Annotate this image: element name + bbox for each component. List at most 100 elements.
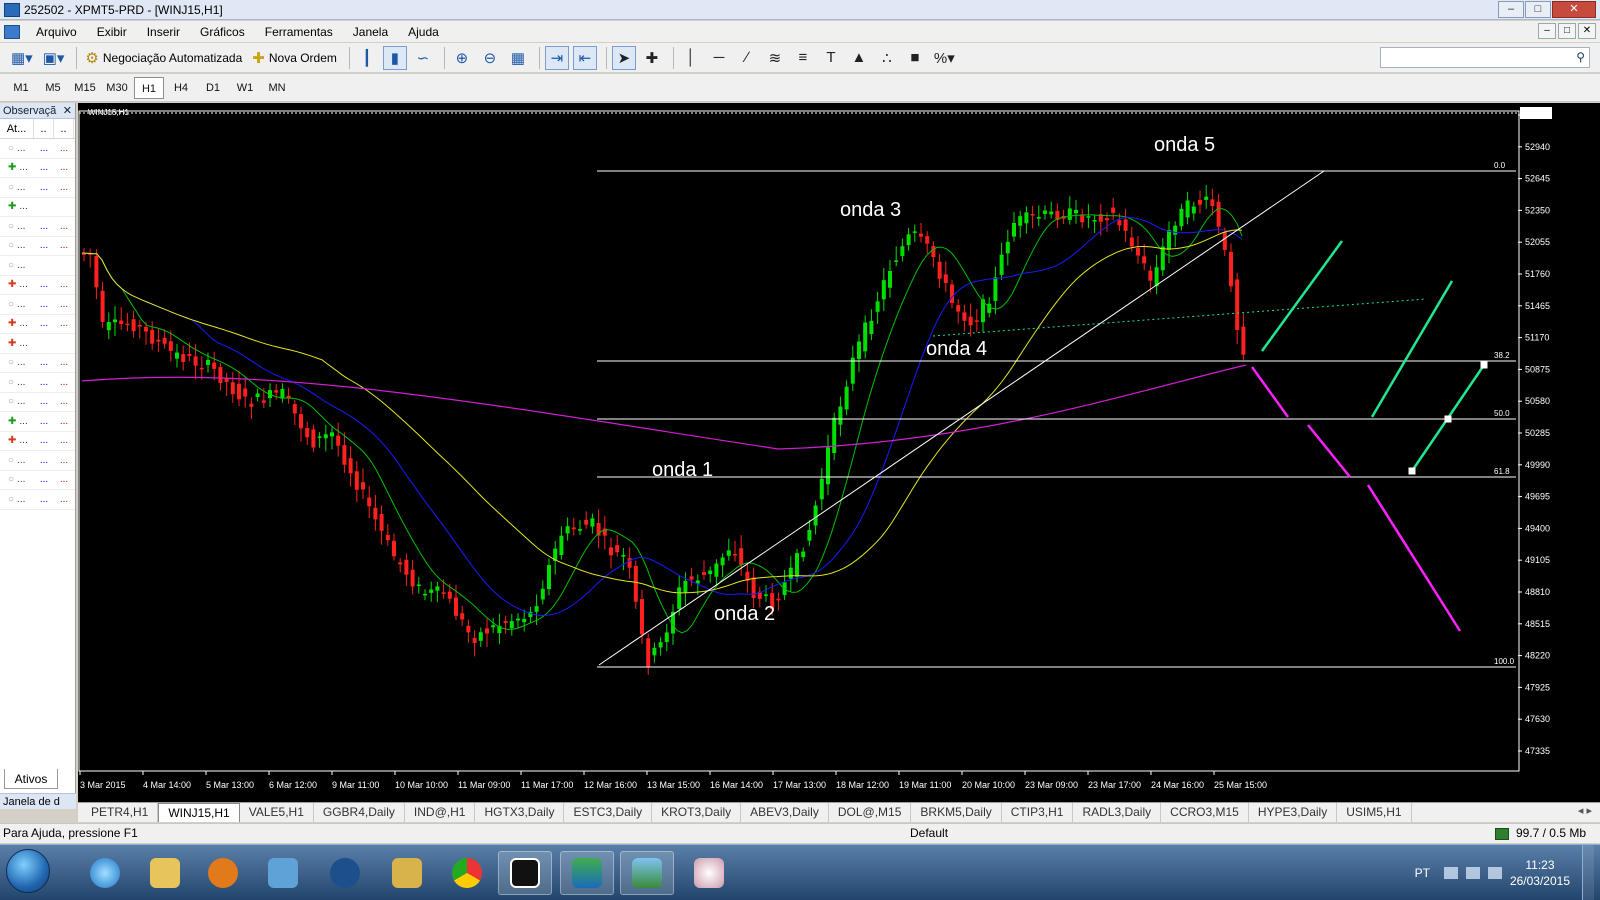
horizontal-line-button[interactable]: ─	[707, 46, 731, 70]
taskbar-paint[interactable]	[682, 851, 736, 895]
taskbar-xp[interactable]	[498, 851, 552, 895]
menu-ajuda[interactable]: Ajuda	[398, 25, 449, 39]
chart-tab[interactable]: RADL3,Daily	[1073, 803, 1162, 822]
market-watch-row[interactable]: ○.........	[0, 295, 75, 315]
market-watch-row[interactable]: ○...	[0, 256, 75, 276]
text-button[interactable]: T	[819, 46, 843, 70]
zoom-in-button[interactable]: ⊕	[450, 46, 474, 70]
minimize-button[interactable]: –	[1498, 1, 1524, 18]
volume-icon[interactable]	[1487, 867, 1502, 879]
chart-tab[interactable]: ESTC3,Daily	[564, 803, 653, 822]
taskbar-media-player[interactable]	[196, 851, 250, 895]
period-d1[interactable]: D1	[198, 77, 228, 99]
market-watch-row[interactable]: ○.........	[0, 471, 75, 490]
market-watch-row[interactable]: ✚...	[0, 198, 75, 217]
market-watch-row[interactable]: ✚.........	[0, 159, 75, 178]
chart-shift-button[interactable]: ⇤	[572, 45, 597, 70]
period-m30[interactable]: M30	[102, 77, 132, 99]
shapes-button[interactable]: ▲	[847, 46, 871, 70]
chart-tab[interactable]: VALE5,H1	[240, 803, 314, 822]
child-minimize-button[interactable]: –	[1538, 23, 1556, 39]
market-watch-row[interactable]: ✚.........	[0, 315, 75, 334]
chart-tab[interactable]: HYPE3,Daily	[1249, 803, 1338, 822]
clock[interactable]: 11:23 26/03/2015	[1510, 857, 1570, 889]
chart-tab[interactable]: PETR4,H1	[82, 803, 159, 822]
taskbar-explorer[interactable]	[138, 851, 192, 895]
zoom-out-button[interactable]: ⊖	[478, 46, 502, 70]
market-watch-row[interactable]: ✚.........	[0, 276, 75, 295]
market-watch-row[interactable]: ○.........	[0, 217, 75, 237]
chart-tab[interactable]: HGTX3,Daily	[475, 803, 565, 822]
child-close-button[interactable]: ✕	[1578, 23, 1596, 39]
taskbar-ie[interactable]	[78, 851, 132, 895]
column-bid[interactable]: ..	[34, 119, 54, 138]
menu-inserir[interactable]: Inserir	[137, 25, 190, 39]
candlestick-button[interactable]: ▮	[382, 45, 407, 70]
navigator-header[interactable]: Janela de d	[0, 793, 76, 809]
chart-tab[interactable]: IND@,H1	[405, 803, 476, 822]
new-order-button[interactable]: ✚ Nova Ordem	[249, 46, 340, 70]
period-w1[interactable]: W1	[230, 77, 260, 99]
market-watch-row[interactable]: ○.........	[0, 373, 75, 393]
market-watch-row[interactable]: ✚...	[0, 334, 75, 354]
auto-trading-button[interactable]: ⚙ Negociação Automatizada	[82, 46, 245, 70]
market-watch-row[interactable]: ○.........	[0, 178, 75, 198]
chart-tab[interactable]: DOL@,M15	[829, 803, 912, 822]
objects-menu-button[interactable]: %▾	[931, 46, 958, 70]
vertical-line-button[interactable]: │	[679, 46, 703, 70]
new-chart-button[interactable]: ▦▾	[8, 46, 36, 70]
taskbar-chrome[interactable]	[440, 851, 494, 895]
tile-windows-button[interactable]: ▦	[506, 46, 530, 70]
menu-exibir[interactable]: Exibir	[87, 25, 137, 39]
crosshair-button[interactable]: ✚	[640, 46, 664, 70]
taskbar-archive[interactable]	[380, 851, 434, 895]
cursor-button[interactable]: ➤	[611, 45, 636, 70]
menu-janela[interactable]: Janela	[343, 25, 398, 39]
search-input[interactable]	[1381, 48, 1561, 67]
menu-graficos[interactable]: Gráficos	[190, 25, 255, 39]
chart-tab[interactable]: KROT3,Daily	[652, 803, 742, 822]
document-icon[interactable]	[4, 24, 20, 39]
market-watch-row[interactable]: ○.........	[0, 237, 75, 256]
chart-window[interactable]: WINJ15,H15318152940526455235052055517605…	[78, 103, 1600, 802]
start-button[interactable]	[6, 849, 50, 893]
chart-tab[interactable]: WINJ15,H1	[158, 803, 240, 822]
chart-tab[interactable]: USIM5,H1	[1337, 803, 1412, 822]
tab-ativos[interactable]: Ativos	[4, 769, 58, 789]
market-watch-row[interactable]: ✚.........	[0, 412, 75, 432]
maximize-button[interactable]: □	[1525, 1, 1551, 18]
close-button[interactable]: ✕	[1552, 1, 1596, 18]
channel-button[interactable]: ≋	[763, 46, 787, 70]
fibonacci-button[interactable]: ≡	[791, 46, 815, 70]
market-watch-row[interactable]: ✚.........	[0, 432, 75, 451]
rectangle-button[interactable]: ■	[903, 46, 927, 70]
menu-arquivo[interactable]: Arquivo	[26, 25, 87, 39]
period-h4[interactable]: H4	[166, 77, 196, 99]
market-watch-row[interactable]: ○.........	[0, 354, 75, 373]
fibo-fan-button[interactable]: ∴	[875, 46, 899, 70]
line-chart-button[interactable]: ∽	[411, 46, 435, 70]
market-watch-row[interactable]: ○.........	[0, 393, 75, 412]
market-watch-row[interactable]: ○.........	[0, 490, 75, 510]
price-chart[interactable]: WINJ15,H15318152940526455235052055517605…	[78, 103, 1600, 802]
period-m1[interactable]: M1	[6, 77, 36, 99]
show-desktop-button[interactable]	[1582, 845, 1594, 900]
period-m5[interactable]: M5	[38, 77, 68, 99]
chart-tab[interactable]: CTIP3,H1	[1002, 803, 1074, 822]
taskbar-photo-viewer[interactable]	[620, 851, 674, 895]
network-icon[interactable]	[1465, 867, 1480, 879]
period-h1[interactable]: H1	[134, 76, 164, 99]
period-m15[interactable]: M15	[70, 77, 100, 99]
bar-chart-button[interactable]: ┃	[355, 46, 379, 70]
chart-tab[interactable]: ABEV3,Daily	[741, 803, 829, 822]
search-icon[interactable]: ⚲	[1576, 50, 1585, 64]
taskbar-hp[interactable]	[318, 851, 372, 895]
autoscroll-button[interactable]: ⇥	[544, 45, 569, 70]
child-restore-button[interactable]: □	[1558, 23, 1576, 39]
chart-tab[interactable]: CCRO3,M15	[1161, 803, 1249, 822]
taskbar-remote[interactable]	[256, 851, 310, 895]
period-mn[interactable]: MN	[262, 77, 292, 99]
market-watch-close-icon[interactable]: ✕	[63, 103, 72, 119]
taskbar-metatrader[interactable]	[560, 851, 614, 895]
profiles-button[interactable]: ▣▾	[40, 46, 68, 70]
